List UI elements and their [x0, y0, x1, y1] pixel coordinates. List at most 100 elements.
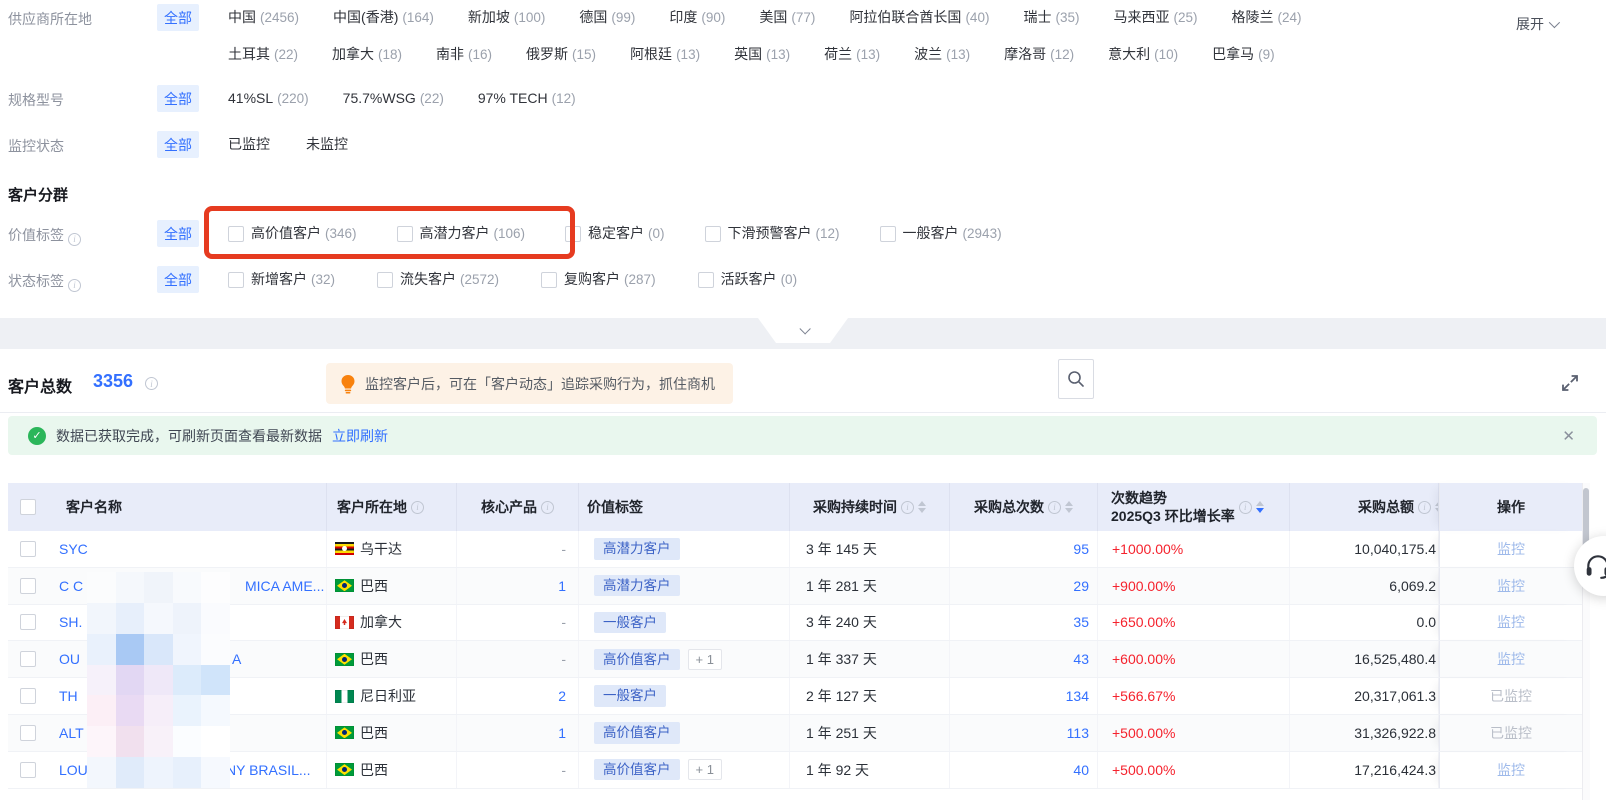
row-checkbox[interactable] — [20, 688, 36, 704]
customer-name-link[interactable]: ALT — [59, 725, 84, 741]
customer-name-link[interactable]: C C — [59, 578, 83, 594]
purchase-count-value[interactable]: 134 — [1066, 688, 1089, 704]
checkbox[interactable] — [698, 272, 714, 288]
supplier-location-option[interactable]: 荷兰(13) — [824, 41, 880, 68]
supplier-location-option[interactable]: 南非(16) — [436, 41, 492, 68]
supplier-location-all-chip[interactable]: 全部 — [157, 4, 199, 31]
customer-name-link[interactable]: SH. — [59, 614, 82, 630]
monitor-button[interactable]: 监控 — [1497, 612, 1525, 632]
supplier-location-option[interactable]: 美国(77) — [759, 4, 815, 31]
customer-name-link[interactable]: A — [232, 651, 241, 667]
status-tag-option[interactable]: 新增客户(32) — [228, 266, 335, 293]
status-tags-all-chip[interactable]: 全部 — [157, 266, 199, 293]
supplier-location-option[interactable]: 德国(99) — [579, 4, 635, 31]
column-header-trd[interactable]: 次数趋势2025Q3 环比增长率 — [1098, 483, 1290, 531]
supplier-location-option[interactable]: 中国(香港)(164) — [333, 4, 434, 31]
monitor-status-all-chip[interactable]: 全部 — [157, 131, 199, 158]
spec-model-option[interactable]: 75.7%WSG(22) — [343, 85, 444, 112]
expand-link[interactable]: 展开 — [1516, 14, 1557, 34]
customer-name-link[interactable]: TH — [59, 688, 78, 704]
more-tags-chip[interactable]: + 1 — [688, 759, 722, 780]
country-name: 巴西 — [360, 649, 388, 669]
select-all-checkbox[interactable] — [20, 499, 36, 515]
supplier-location-option[interactable]: 印度(90) — [669, 4, 725, 31]
supplier-location-option-label: 印度 — [669, 4, 697, 31]
value-tag-option[interactable]: 高潜力客户(106) — [397, 220, 526, 247]
supplier-location-option[interactable]: 阿拉伯联合酋长国(40) — [849, 4, 989, 31]
core-product-value[interactable]: 2 — [558, 688, 566, 704]
supplier-location-option[interactable]: 瑞士(35) — [1023, 4, 1079, 31]
sort-icon[interactable] — [1256, 501, 1264, 513]
value-tag-option[interactable]: 一般客户(2943) — [880, 220, 1002, 247]
checkbox[interactable] — [377, 272, 393, 288]
refresh-now-link[interactable]: 立即刷新 — [332, 426, 388, 446]
checkbox[interactable] — [541, 272, 557, 288]
supplier-location-option[interactable]: 意大利(10) — [1108, 41, 1178, 68]
row-checkbox[interactable] — [20, 725, 36, 741]
monitor-button[interactable]: 监控 — [1497, 576, 1525, 596]
column-header-cnt[interactable]: 采购总次数 — [950, 483, 1098, 531]
supplier-location-option[interactable]: 新加坡(100) — [468, 4, 546, 31]
supplier-location-option[interactable]: 俄罗斯(15) — [526, 41, 596, 68]
value-tag-option[interactable]: 高价值客户(346) — [228, 220, 357, 247]
monitor-button[interactable]: 监控 — [1497, 539, 1525, 559]
sort-icon[interactable] — [1065, 501, 1073, 513]
value-tag-option[interactable]: 稳定客户(0) — [565, 220, 665, 247]
column-header-amt[interactable]: 采购总额 — [1290, 483, 1439, 531]
sort-icon[interactable] — [918, 501, 926, 513]
purchase-count-value[interactable]: 35 — [1073, 614, 1089, 630]
column-header-name: 客户名称 — [55, 483, 327, 531]
spec-model-all-chip[interactable]: 全部 — [157, 85, 199, 112]
supplier-location-option[interactable]: 中国(2456) — [228, 4, 299, 31]
value-tag-option[interactable]: 下滑预警客户(12) — [705, 220, 840, 247]
checkbox[interactable] — [228, 226, 244, 242]
value-tags-all-chip[interactable]: 全部 — [157, 220, 199, 247]
core-product-value[interactable]: 1 — [558, 725, 566, 741]
supplier-location-option[interactable]: 波兰(13) — [914, 41, 970, 68]
supplier-location-option[interactable]: 土耳其(22) — [228, 41, 298, 68]
monitor-status-option[interactable]: 已监控 — [228, 131, 270, 158]
purchase-count-value[interactable]: 29 — [1073, 578, 1089, 594]
customer-name-link[interactable]: MICA AME... — [245, 578, 324, 594]
supplier-location-option[interactable]: 巴拿马(9) — [1212, 41, 1275, 68]
search-button[interactable] — [1058, 359, 1094, 399]
row-checkbox[interactable] — [20, 651, 36, 667]
status-tag-option[interactable]: 复购客户(287) — [541, 266, 656, 293]
checkbox[interactable] — [880, 226, 896, 242]
supplier-location-option[interactable]: 阿根廷(13) — [630, 41, 700, 68]
status-tag-option[interactable]: 活跃客户(0) — [698, 266, 798, 293]
row-checkbox[interactable] — [20, 614, 36, 630]
customer-name-link[interactable]: OU — [59, 651, 80, 667]
row-checkbox[interactable] — [20, 541, 36, 557]
column-header-dur[interactable]: 采购持续时间 — [790, 483, 950, 531]
purchase-count-value[interactable]: 95 — [1073, 541, 1089, 557]
supplier-location-option[interactable]: 加拿大(18) — [332, 41, 402, 68]
spec-model-option[interactable]: 41%SL(220) — [228, 85, 309, 112]
monitor-button[interactable]: 监控 — [1497, 760, 1525, 780]
supplier-location-option[interactable]: 格陵兰(24) — [1231, 4, 1301, 31]
fullscreen-button[interactable] — [1558, 371, 1582, 395]
purchase-count-value[interactable]: 113 — [1067, 725, 1089, 741]
monitor-button[interactable]: 监控 — [1497, 649, 1525, 669]
row-checkbox[interactable] — [20, 762, 36, 778]
purchase-count-value[interactable]: 43 — [1073, 651, 1089, 667]
row-checkbox[interactable] — [20, 578, 36, 594]
status-tag-option[interactable]: 流失客户(2572) — [377, 266, 499, 293]
close-icon[interactable]: ✕ — [1556, 425, 1581, 447]
more-tags-chip[interactable]: + 1 — [688, 649, 722, 670]
core-product-value[interactable]: 1 — [558, 578, 566, 594]
checkbox[interactable] — [397, 226, 413, 242]
checkbox[interactable] — [705, 226, 721, 242]
supplier-location-option[interactable]: 马来西亚(25) — [1113, 4, 1197, 31]
customer-name-link[interactable]: LOUIS DREYFUS COMPANY BRASIL... — [59, 762, 311, 778]
purchase-count-value[interactable]: 40 — [1073, 762, 1089, 778]
collapse-filters-tab[interactable] — [758, 318, 848, 343]
checkbox[interactable] — [228, 272, 244, 288]
status-tag-option-label: 流失客户 — [400, 266, 456, 293]
spec-model-option[interactable]: 97% TECH(12) — [478, 85, 576, 112]
monitor-status-option[interactable]: 未监控 — [306, 131, 348, 158]
customer-name-link[interactable]: SYC — [59, 541, 88, 557]
checkbox[interactable] — [565, 226, 581, 242]
supplier-location-option[interactable]: 英国(13) — [734, 41, 790, 68]
supplier-location-option[interactable]: 摩洛哥(12) — [1004, 41, 1074, 68]
